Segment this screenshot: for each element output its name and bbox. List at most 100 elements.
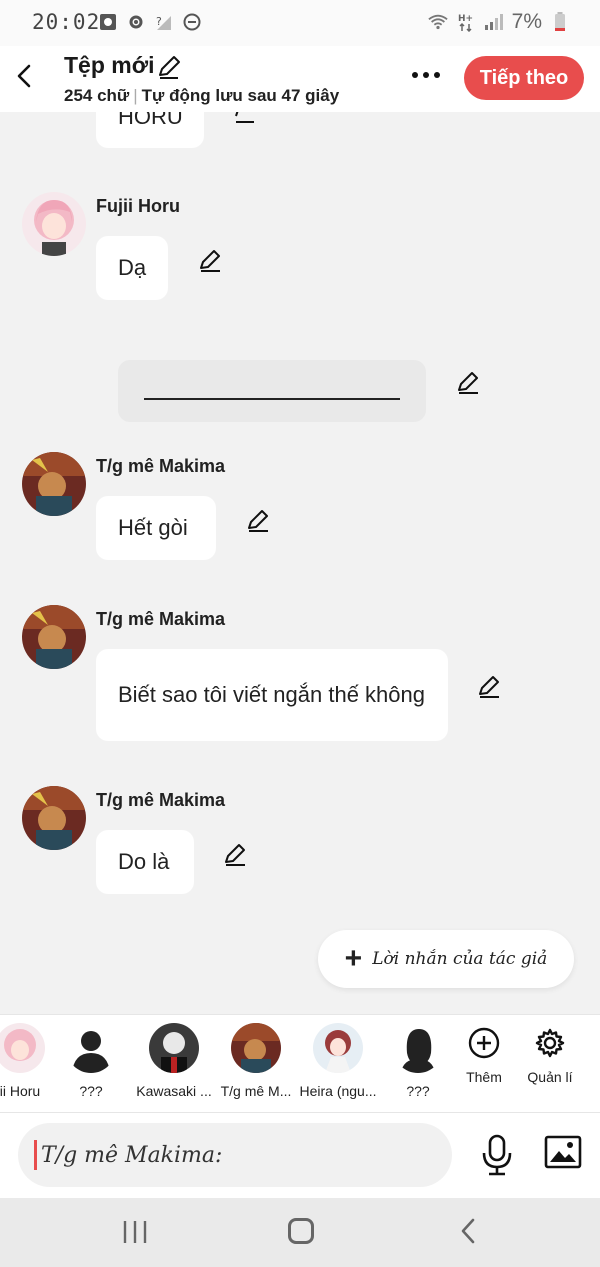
document-stats: 254 chữ | Tự động lưu sau 47 giây (64, 86, 339, 106)
message-text: Dạ (118, 255, 147, 280)
avatar-fujii-horu[interactable] (22, 192, 86, 256)
character-label: Heira (ngu... (299, 1083, 377, 1099)
message-bubble[interactable]: HORU (96, 112, 204, 148)
character-option[interactable]: ??? (51, 1023, 131, 1099)
narration-bubble[interactable] (118, 360, 426, 422)
add-circle-icon (468, 1027, 500, 1059)
avatar (0, 1023, 45, 1073)
status-bar: 20:02 ? H+ 7% (0, 0, 600, 46)
do-not-disturb-icon (182, 12, 202, 32)
gear-icon (535, 1028, 565, 1058)
svg-text:H+: H+ (458, 14, 473, 24)
wifi-icon (427, 12, 448, 32)
author-note-button[interactable]: + Lời nhắn của tác giả (318, 930, 574, 988)
no-sim-signal-icon: ? (154, 12, 174, 32)
image-icon (544, 1135, 582, 1169)
add-character-button[interactable]: Thêm (454, 1027, 514, 1085)
battery-percent: 7% (511, 10, 542, 33)
author-note-label: Lời nhắn của tác giả (372, 949, 548, 969)
character-option[interactable]: T/g mê M... (216, 1023, 296, 1099)
autosave-status: Tự động lưu sau 47 giây (141, 86, 340, 105)
character-name: T/g mê Makima (96, 609, 226, 629)
more-dot-icon (434, 72, 440, 78)
avatar (66, 1023, 116, 1073)
avatar (231, 1023, 281, 1073)
mobile-data-icon: H+ (456, 12, 476, 32)
status-time: 20:02 (32, 10, 101, 34)
character-avatar-icon (231, 1023, 281, 1073)
character-avatar-icon (22, 452, 86, 516)
input-placeholder: T/g mê Makima: (41, 1142, 223, 1168)
pencil-icon (225, 844, 245, 866)
edit-message-button[interactable] (198, 248, 224, 274)
edit-message-button[interactable] (232, 112, 258, 126)
message-text: Hết gòi (118, 515, 188, 540)
avatar (313, 1023, 363, 1073)
character-label: ??? (406, 1083, 430, 1099)
character-label: ??? (79, 1083, 103, 1099)
anime-girl-avatar-icon (313, 1023, 363, 1073)
edit-message-button[interactable] (223, 842, 249, 868)
chevron-left-icon (17, 64, 31, 88)
pencil-icon (159, 56, 180, 79)
avatar-tg-me-makima[interactable] (22, 452, 86, 516)
character-name: T/g mê Makima (96, 456, 226, 476)
plus-icon: + (344, 942, 363, 975)
edit-message-button[interactable] (477, 674, 503, 700)
character-label: Kawasaki ... (136, 1083, 212, 1099)
message-input[interactable]: T/g mê Makima: (18, 1123, 452, 1187)
page-title: Tệp mới (64, 52, 155, 78)
pencil-icon (235, 112, 254, 123)
character-avatar-icon (22, 786, 86, 850)
message-bubble[interactable]: Hết gòi (96, 496, 216, 560)
back-button[interactable] (10, 58, 40, 94)
message-bubble[interactable]: Biết sao tôi viết ngắn thế không (96, 649, 448, 741)
voice-input-button[interactable] (480, 1133, 514, 1177)
narration-divider-line (144, 398, 400, 400)
edit-message-button[interactable] (456, 370, 482, 396)
media-notification-icon (98, 12, 118, 32)
insert-image-button[interactable] (544, 1135, 582, 1169)
story-chat-area[interactable]: HORU Fujii Horu Dạ T/g mê Makima Hết gòi… (0, 112, 600, 1014)
character-name: Fujii Horu (96, 196, 180, 216)
pencil-icon (248, 510, 268, 532)
next-button[interactable]: Tiếp theo (464, 56, 584, 100)
character-avatar-icon (22, 605, 86, 669)
text-cursor (34, 1140, 37, 1170)
more-dot-icon (423, 72, 429, 78)
home-button[interactable] (288, 1218, 314, 1244)
stats-divider: | (133, 86, 138, 105)
character-avatar-icon (149, 1023, 199, 1073)
battery-icon (550, 12, 570, 32)
more-options-button[interactable] (404, 60, 448, 90)
message-bubble[interactable]: Do là (96, 830, 194, 894)
avatar (149, 1023, 199, 1073)
chevron-left-icon (461, 1218, 475, 1244)
manage-characters-label: Quản lí (527, 1069, 573, 1085)
recent-apps-button[interactable] (120, 1220, 150, 1244)
status-system-icons: H+ 7% (427, 10, 570, 34)
message-text: Do là (118, 849, 170, 874)
avatar-tg-me-makima[interactable] (22, 786, 86, 850)
silhouette-avatar-icon (66, 1023, 116, 1073)
message-text: HORU (118, 112, 183, 129)
avatar-tg-me-makima[interactable] (22, 605, 86, 669)
anime-girl-avatar-icon (22, 192, 86, 256)
signal-strength-icon (484, 12, 504, 32)
manage-characters-button[interactable]: Quản lí (520, 1027, 580, 1085)
character-selector[interactable]: ii Horu ??? Kawasaki ... T/g mê M... Hei… (0, 1014, 600, 1113)
message-text: Biết sao tôi viết ngắn thế không (118, 682, 425, 707)
more-dot-icon (412, 72, 418, 78)
system-navigation-bar (0, 1198, 600, 1267)
edit-message-button[interactable] (246, 508, 272, 534)
character-option[interactable]: Kawasaki ... (134, 1023, 214, 1099)
settings-notification-icon (126, 12, 146, 32)
edit-title-button[interactable] (156, 54, 182, 80)
character-option[interactable]: ??? (378, 1023, 458, 1099)
character-option[interactable]: Heira (ngu... (298, 1023, 378, 1099)
system-back-button[interactable] (456, 1216, 482, 1246)
pencil-icon (458, 372, 478, 394)
word-count: 254 chữ (64, 86, 130, 105)
message-bubble[interactable]: Dạ (96, 236, 168, 300)
status-notification-icons: ? (98, 12, 202, 32)
